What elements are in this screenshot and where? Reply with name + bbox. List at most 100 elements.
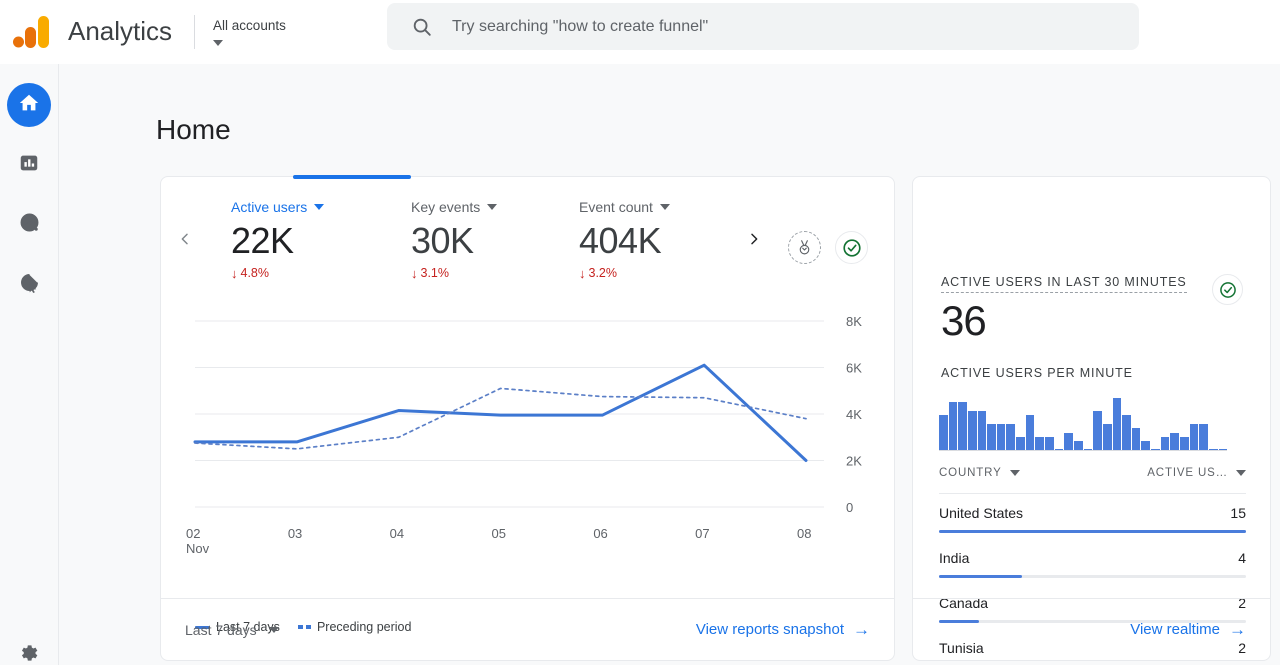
metric-selector-key-events[interactable]: Key events (411, 199, 498, 215)
metric-delta-value: 3.1% (420, 266, 450, 280)
metric-delta-value: 3.2% (588, 266, 618, 280)
svg-text:06: 06 (593, 526, 607, 541)
sparkline-bar (1141, 441, 1151, 450)
sparkline-bar (1064, 433, 1073, 450)
chevron-down-icon (487, 204, 498, 210)
metric-active-users[interactable]: Active users 22K ↓ 4.8% (231, 199, 325, 281)
column-header-country[interactable]: COUNTRY (939, 467, 1020, 479)
metric-label: Key events (411, 199, 481, 215)
row-progress-track (939, 530, 1246, 533)
sidebar-item-reports[interactable] (7, 143, 51, 187)
search-bar[interactable] (387, 3, 1139, 50)
sidebar-item-advertising[interactable] (7, 263, 51, 307)
arrow-down-icon: ↓ (411, 265, 418, 281)
status-badge[interactable] (835, 231, 868, 264)
header-divider (194, 14, 196, 49)
column-header-label: COUNTRY (939, 467, 1002, 479)
svg-text:4K: 4K (846, 407, 862, 422)
sparkline-bar (1160, 437, 1170, 450)
metric-key-events[interactable]: Key events 30K ↓ 3.1% (411, 199, 498, 280)
metric-selector-event-count[interactable]: Event count (579, 199, 670, 215)
table-row[interactable]: India 4 (939, 539, 1246, 584)
svg-text:03: 03 (288, 526, 302, 541)
column-header-label: ACTIVE US… (1147, 467, 1228, 479)
table-row-content: United States 15 (939, 505, 1246, 521)
sparkline-label: ACTIVE USERS PER MINUTE (941, 366, 1133, 380)
svg-text:02: 02 (186, 526, 200, 541)
column-header-active-users[interactable]: ACTIVE US… (1147, 467, 1246, 479)
table-row[interactable]: United States 15 (939, 494, 1246, 539)
page-title: Home (156, 114, 231, 145)
brand-title: Analytics (68, 16, 173, 46)
metrics-prev-button[interactable] (173, 227, 197, 251)
google-analytics-logo-icon (12, 14, 52, 50)
arrow-right-icon: → (1229, 620, 1246, 639)
active-users-count: 15 (1230, 505, 1246, 521)
sparkline-bar (1006, 424, 1016, 450)
active-users-count: 4 (1238, 550, 1246, 566)
sidebar-item-admin[interactable] (7, 633, 51, 665)
account-selector-label: All accounts (213, 17, 286, 33)
account-selector[interactable]: All accounts (213, 18, 323, 46)
left-nav-rail (0, 64, 59, 665)
metric-event-count[interactable]: Event count 404K ↓ 3.2% (579, 199, 670, 280)
gear-icon (18, 642, 40, 665)
metric-delta: ↓ 3.1% (411, 266, 497, 280)
metric-value: 404K (579, 220, 662, 261)
sparkline-bar (1073, 441, 1083, 450)
view-reports-snapshot-link[interactable]: View reports snapshot → (696, 621, 870, 638)
search-input[interactable] (452, 17, 1052, 36)
arrow-down-icon: ↓ (231, 265, 238, 281)
sparkline-bar (1189, 424, 1199, 450)
row-progress-fill (939, 575, 1022, 578)
svg-text:6K: 6K (846, 361, 862, 376)
overview-line-chart: 0 2K 4K 6K 8K 02 03 04 05 06 07 08 Nov (161, 299, 896, 589)
country-name: India (939, 550, 970, 566)
sidebar-item-explore[interactable] (7, 203, 51, 247)
sparkline-bar (1035, 437, 1045, 450)
sparkline-bar (1102, 424, 1112, 450)
svg-text:2K: 2K (846, 454, 862, 469)
sparkline-bar (977, 411, 987, 450)
sparkline-bar (1151, 449, 1160, 450)
insights-badge-button[interactable] (788, 231, 821, 264)
sidebar-item-home[interactable] (7, 83, 51, 127)
sparkline-bar (958, 402, 967, 450)
bar-chart-icon (18, 152, 40, 179)
active-users-per-minute-sparkline (939, 396, 1228, 451)
metric-value: 22K (231, 220, 294, 261)
table-row-content: India 4 (939, 550, 1246, 566)
chevron-down-icon (314, 204, 325, 210)
brand-area[interactable]: Analytics (12, 14, 172, 50)
sparkline-bar (1112, 398, 1122, 450)
metric-value: 30K (411, 220, 474, 261)
realtime-headline-label[interactable]: ACTIVE USERS IN LAST 30 MINUTES (941, 275, 1187, 293)
link-label: View realtime (1130, 621, 1220, 638)
metric-strip: Active users 22K ↓ 4.8% Key events 30K ↓… (161, 199, 896, 299)
metric-delta: ↓ 3.2% (579, 266, 670, 280)
overview-card-footer: Last 7 days View reports snapshot → (161, 598, 894, 660)
sparkline-bar (987, 424, 996, 450)
status-badge[interactable] (1212, 274, 1243, 305)
svg-text:08: 08 (797, 526, 811, 541)
sparkline-bar (1180, 437, 1189, 450)
view-realtime-link[interactable]: View realtime → (1130, 621, 1246, 638)
metric-label: Event count (579, 199, 653, 215)
chevron-down-icon (659, 204, 670, 210)
sparkline-bar (1054, 449, 1064, 450)
line-chart-canvas: 0 2K 4K 6K 8K 02 03 04 05 06 07 08 Nov (186, 314, 862, 556)
top-app-bar: Analytics All accounts (0, 0, 1280, 64)
sparkline-bar (1093, 411, 1102, 450)
sparkline-bar (1122, 415, 1131, 450)
metric-selector-active-users[interactable]: Active users (231, 199, 325, 215)
explore-trending-icon (18, 211, 41, 239)
sparkline-bar (1025, 415, 1035, 450)
home-icon (18, 92, 40, 119)
date-range-selector[interactable]: Last 7 days (185, 622, 279, 638)
metric-label: Active users (231, 199, 308, 215)
sparkline-bar (1016, 437, 1025, 450)
search-icon (411, 16, 433, 38)
row-progress-fill (939, 530, 1246, 533)
chevron-down-icon (1009, 470, 1020, 476)
metrics-next-button[interactable] (742, 227, 766, 251)
